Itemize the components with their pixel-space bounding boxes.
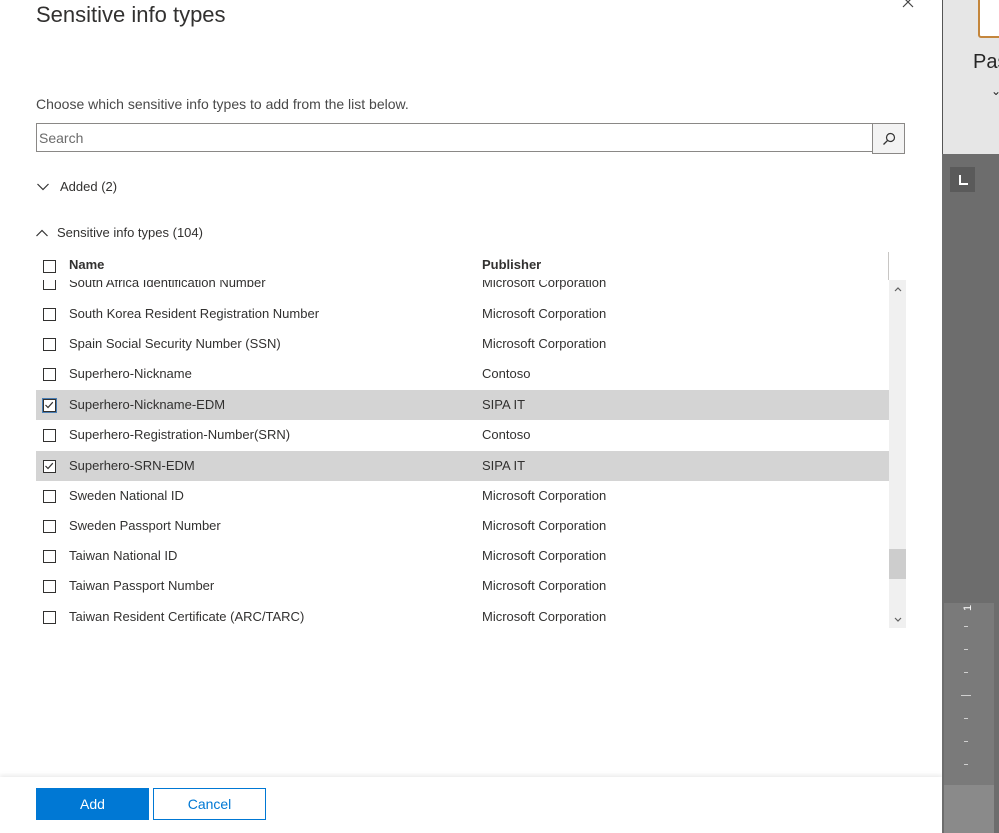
search-button[interactable] xyxy=(872,123,905,154)
row-checkbox[interactable] xyxy=(43,338,56,351)
row-publisher: Microsoft Corporation xyxy=(482,336,607,351)
search-icon xyxy=(882,132,895,145)
paste-icon[interactable] xyxy=(978,0,999,38)
chevron-up-icon xyxy=(36,229,48,236)
vertical-ruler: 1 xyxy=(944,603,994,833)
row-name: Taiwan Resident Certificate (ARC/TARC) xyxy=(69,609,305,624)
row-checkbox[interactable] xyxy=(42,398,57,413)
table-row[interactable]: Taiwan Passport Number Microsoft Corpora… xyxy=(36,571,889,601)
table-row[interactable]: South Korea Resident Registration Number… xyxy=(36,299,889,329)
row-checkbox[interactable] xyxy=(43,580,56,593)
row-checkbox[interactable] xyxy=(43,280,56,290)
row-name: Spain Social Security Number (SSN) xyxy=(69,336,281,351)
column-divider xyxy=(888,252,889,280)
row-checkbox[interactable] xyxy=(43,520,56,533)
table-row[interactable]: Superhero-SRN-EDM SIPA IT xyxy=(36,451,889,481)
table-row[interactable]: Superhero-Registration-Number(SRN) Conto… xyxy=(36,420,889,450)
row-name: Superhero-Nickname-EDM xyxy=(69,397,226,412)
row-name: Superhero-Nickname xyxy=(69,366,192,381)
row-publisher: Microsoft Corporation xyxy=(482,578,607,593)
table-row[interactable]: Sweden Passport Number Microsoft Corpora… xyxy=(36,511,889,541)
ruler-tick xyxy=(964,626,968,627)
ruler-margin xyxy=(944,785,994,833)
table-header: Name Publisher xyxy=(36,252,889,280)
chevron-down-icon xyxy=(37,183,49,190)
row-name: South Africa Identification Number xyxy=(69,280,266,290)
chevron-down-icon[interactable]: ⌄ xyxy=(991,84,999,98)
row-publisher: SIPA IT xyxy=(482,397,526,412)
row-publisher: Microsoft Corporation xyxy=(482,518,607,533)
row-publisher: Microsoft Corporation xyxy=(482,609,607,624)
row-name: Sweden National ID xyxy=(69,488,184,503)
tab-stop-icon xyxy=(958,174,968,185)
row-publisher: Contoso xyxy=(482,366,531,381)
table-row[interactable]: Spain Social Security Number (SSN) Micro… xyxy=(36,329,889,359)
ribbon: Pas ⌄ xyxy=(942,0,999,154)
row-checkbox[interactable] xyxy=(43,611,56,624)
chevron-down-icon xyxy=(894,617,901,622)
row-checkbox[interactable] xyxy=(43,460,56,473)
search-input[interactable] xyxy=(36,123,872,152)
cancel-button[interactable]: Cancel xyxy=(153,788,266,820)
ruler-tick xyxy=(964,649,968,650)
column-header-name[interactable]: Name xyxy=(69,257,104,272)
table-body: South Africa Identification Number Micro… xyxy=(36,280,889,628)
ruler-tick xyxy=(964,741,968,742)
panel-footer: Add Cancel xyxy=(0,777,942,833)
table-row[interactable]: Sweden National ID Microsoft Corporation xyxy=(36,481,889,511)
table-row[interactable]: South Africa Identification Number Micro… xyxy=(36,280,889,298)
checkmark-icon xyxy=(45,401,54,409)
panel-title: Sensitive info types xyxy=(36,2,226,27)
table-row[interactable]: Taiwan Resident Certificate (ARC/TARC) M… xyxy=(36,602,889,628)
table-row[interactable]: Superhero-Nickname-EDM SIPA IT xyxy=(36,390,889,420)
close-icon[interactable] xyxy=(902,0,914,8)
checkmark-icon xyxy=(45,462,54,470)
section-types-toggle[interactable]: Sensitive info types (104) xyxy=(35,225,203,240)
ruler-tick xyxy=(964,764,968,765)
row-name: Taiwan Passport Number xyxy=(69,578,215,593)
row-name: Superhero-Registration-Number(SRN) xyxy=(69,427,291,442)
row-publisher: SIPA IT xyxy=(482,458,526,473)
ruler-number: 1 xyxy=(962,604,974,611)
paste-label[interactable]: Pas xyxy=(973,51,999,74)
info-types-table: Name Publisher South Africa Identificati… xyxy=(36,252,906,628)
row-name: Taiwan National ID xyxy=(69,548,178,563)
row-publisher: Microsoft Corporation xyxy=(482,548,607,563)
row-publisher: Contoso xyxy=(482,427,531,442)
row-publisher: Microsoft Corporation xyxy=(482,306,607,321)
row-checkbox[interactable] xyxy=(43,308,56,321)
tab-stop-selector[interactable] xyxy=(950,167,975,192)
column-header-publisher[interactable]: Publisher xyxy=(482,257,541,272)
row-name: South Korea Resident Registration Number xyxy=(69,306,320,321)
scroll-down-button[interactable] xyxy=(889,611,906,628)
ruler-tick xyxy=(964,672,968,673)
close-button[interactable] xyxy=(900,0,916,8)
row-checkbox[interactable] xyxy=(43,429,56,442)
section-types-label: Sensitive info types (104) xyxy=(57,225,203,240)
table-row[interactable]: Taiwan National ID Microsoft Corporation xyxy=(36,541,889,571)
row-name: Sweden Passport Number xyxy=(69,518,221,533)
row-checkbox[interactable] xyxy=(43,368,56,381)
scroll-up-button[interactable] xyxy=(889,280,906,297)
section-added-label: Added (2) xyxy=(60,179,118,194)
row-publisher: Microsoft Corporation xyxy=(482,488,607,503)
ruler-tick xyxy=(961,695,971,696)
scroll-thumb[interactable] xyxy=(889,549,906,579)
search-box xyxy=(36,123,905,154)
section-added-toggle[interactable]: Added (2) xyxy=(36,179,117,194)
sensitive-info-types-panel: Sensitive info types Choose which sensit… xyxy=(0,0,942,833)
row-publisher: Microsoft Corporation xyxy=(482,280,607,290)
row-checkbox[interactable] xyxy=(43,490,56,503)
row-checkbox[interactable] xyxy=(43,550,56,563)
table-scrollbar[interactable] xyxy=(889,280,906,628)
add-button[interactable]: Add xyxy=(36,788,149,820)
select-all-checkbox[interactable] xyxy=(43,260,56,273)
chevron-up-icon xyxy=(894,286,901,291)
ruler-tick xyxy=(964,718,968,719)
row-name: Superhero-SRN-EDM xyxy=(69,458,195,473)
background-app: Pas ⌄ 1 xyxy=(942,0,999,833)
panel-description: Choose which sensitive info types to add… xyxy=(36,96,409,112)
table-row[interactable]: Superhero-Nickname Contoso xyxy=(36,359,889,389)
